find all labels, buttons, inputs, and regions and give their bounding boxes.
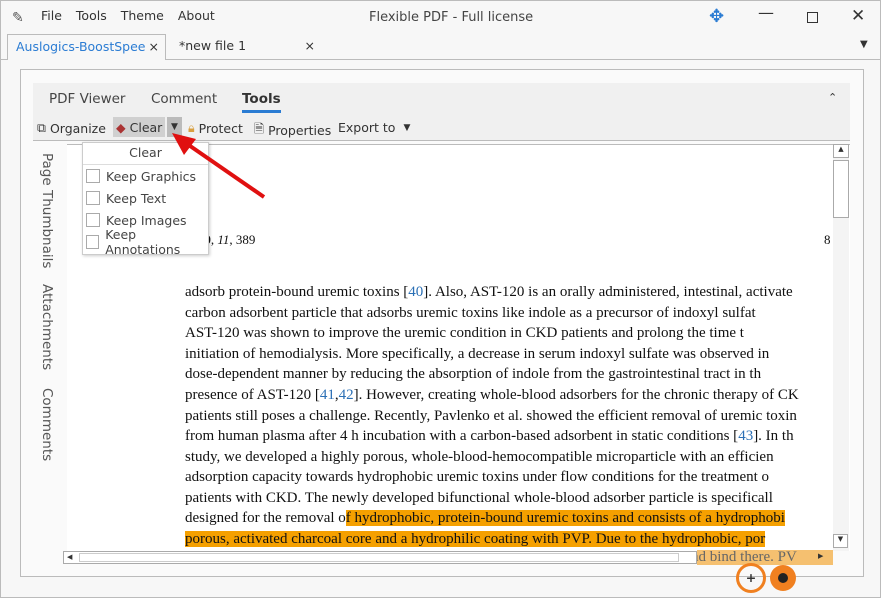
citation-link[interactable]: 41 [320,387,335,403]
scroll-thumb[interactable] [833,160,849,218]
text-line: AST-120 was shown to improve the uremic … [185,325,744,342]
chevron-down-icon: ▼ [403,122,411,133]
side-tab-comments[interactable]: Comments [39,388,55,461]
checkbox[interactable] [86,213,100,227]
minimize-button[interactable]: — [758,3,774,22]
citation-link[interactable]: 43 [738,428,753,444]
text-line: adsorb protein-bound uremic toxins [40].… [185,284,793,300]
side-tab-attachments[interactable]: Attachments [39,284,55,370]
text-line: adsorption capacity towards hydrophobic … [185,469,770,486]
export-button[interactable]: Export to ▼ [338,120,410,135]
ribbon-tab-comment[interactable]: Comment [151,91,217,107]
text-line: carbon adsorbent particle that adsorbs u… [185,304,756,321]
window-title: Flexible PDF - Full license [369,10,534,25]
highlighted-line-1: designed for the removal of hydrophobic,… [185,510,785,526]
menu-about[interactable]: About [178,8,215,23]
close-button[interactable]: ✕ [851,6,865,26]
ribbon-tab-pdf-viewer[interactable]: PDF Viewer [49,91,126,107]
checkbox[interactable] [86,235,100,249]
menu-theme[interactable]: Theme [121,8,164,23]
ribbon-tab-tools[interactable]: Tools [242,91,281,113]
organize-icon: ⧉ [37,120,46,135]
close-tab-icon[interactable]: × [305,38,315,53]
vertical-scrollbar[interactable]: ▲ [833,144,849,551]
text-line: study, we developed a highly porous, who… [185,448,774,465]
tab-document[interactable]: Auslogics-BoostSpee × [7,34,166,60]
h-scroll-thumb[interactable] [79,553,679,562]
watermark-logo: + [736,563,796,593]
move-icon[interactable]: ✥ [709,6,724,27]
scroll-right-button[interactable]: ▶ [818,552,823,560]
clear-button[interactable]: ◆ Clear [113,117,166,137]
option-keep-annotations[interactable]: Keep Annotations [83,227,208,257]
menu-bar: File Tools Theme About [41,8,229,23]
citation-link[interactable]: 42 [339,387,354,403]
text-line: patients still poses a challenge. Recent… [185,407,797,424]
eraser-icon: ◆ [116,119,126,135]
collapse-ribbon-icon[interactable]: ⌃ [828,91,837,104]
menu-file[interactable]: File [41,8,62,23]
horizontal-scrollbar[interactable]: ◀ [63,551,697,564]
app-icon: ✎ [12,10,24,26]
text-line: dose-dependent manner by reducing the ab… [185,366,762,383]
scroll-up-button[interactable]: ▲ [833,144,849,158]
side-tab-page-thumbnails[interactable]: Page Thumbnails [39,153,55,268]
text-line: from human plasma after 4 h incubation w… [185,428,794,445]
red-arrow-annotation [172,133,266,199]
citation-link[interactable]: 40 [408,284,423,300]
scroll-left-button[interactable]: ◀ [67,553,72,561]
highlighted-line-2: porous, activated charcoal core and a hy… [185,531,766,547]
menu-tools[interactable]: Tools [76,8,107,23]
organize-button[interactable]: ⧉ Organize [37,120,106,136]
tab-list-dropdown-icon[interactable]: ▼ [860,39,868,50]
maximize-button[interactable] [807,12,818,23]
text-line: patients with CKD. The newly developed b… [185,490,773,506]
text-line: initiation of hemodialysis. More specifi… [185,345,770,362]
scroll-down-button[interactable]: ▼ [833,534,848,548]
tab-new-file[interactable]: *new file 1 × [171,34,321,60]
checkbox[interactable] [86,169,100,183]
checkbox[interactable] [86,191,100,205]
close-tab-icon[interactable]: × [149,39,159,54]
text-line: presence of AST-120 [41,42]. However, cr… [185,387,799,403]
